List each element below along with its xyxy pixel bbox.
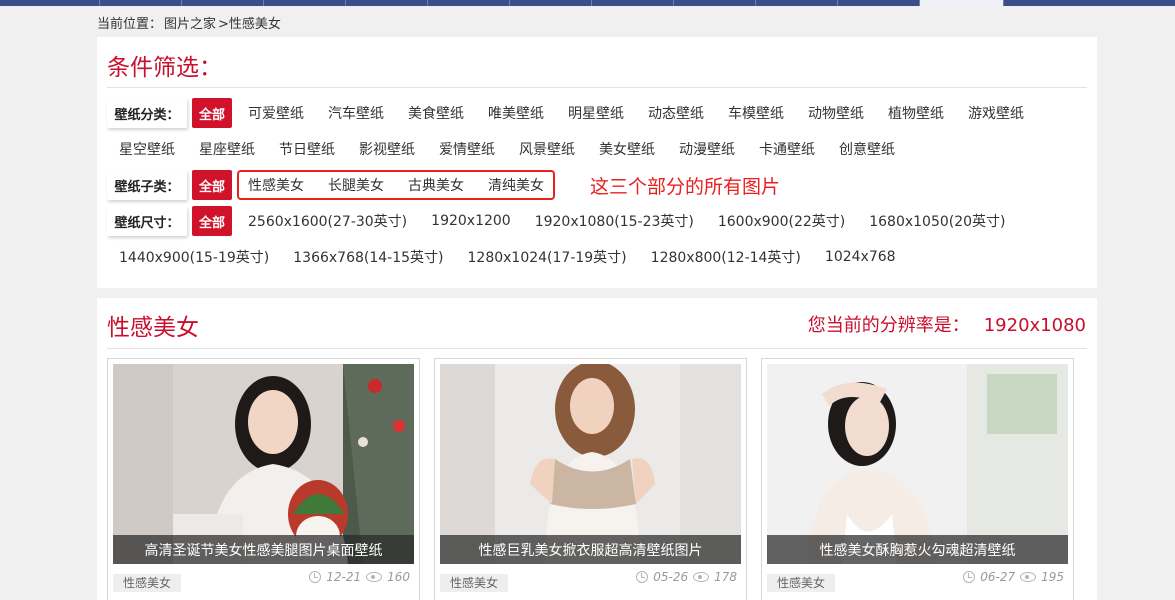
wallpaper-date: 06-27 [980, 570, 1016, 584]
category-option[interactable]: 节日壁纸 [279, 139, 335, 159]
nav-item[interactable] [264, 0, 346, 6]
filter-label-subcategory: 壁纸子类： [107, 170, 187, 200]
category-option[interactable]: 明星壁纸 [568, 103, 624, 123]
resolution-value: 1920x1080 [983, 315, 1086, 336]
nav-item[interactable] [428, 0, 510, 6]
wallpaper-caption[interactable]: 性感巨乳美女掀衣服超高清壁纸图片 [440, 535, 741, 564]
category-option[interactable]: 游戏壁纸 [968, 103, 1024, 123]
wallpaper-meta: 05-26 178 [636, 570, 737, 584]
wallpaper-views: 178 [714, 570, 737, 584]
section-title: 性感美女 [107, 315, 199, 341]
wallpaper-tag[interactable]: 性感美女 [440, 574, 509, 592]
category-option[interactable]: 可爱壁纸 [248, 103, 304, 123]
wallpaper-thumbnail[interactable]: 高清圣诞节美女性感美腿图片桌面壁纸 [113, 364, 414, 564]
size-option[interactable]: 2560x1600(27-30英寸) [248, 211, 407, 231]
category-option[interactable]: 植物壁纸 [888, 103, 944, 123]
breadcrumb-home-link[interactable]: 图片之家 [164, 17, 216, 32]
filter-row-size: 壁纸尺寸： 全部 2560x1600(27-30英寸) 1920x1200 19… [107, 205, 1006, 237]
nav-item[interactable] [592, 0, 674, 6]
wallpaper-tag[interactable]: 性感美女 [113, 574, 182, 592]
nav-item[interactable] [0, 0, 100, 6]
size-option[interactable]: 1280x1024(17-19英寸) [468, 247, 627, 267]
wallpaper-card[interactable]: 高清圣诞节美女性感美腿图片桌面壁纸 性感美女 12-21 160 [107, 358, 420, 600]
category-option[interactable]: 爱情壁纸 [439, 139, 495, 159]
filter-label-size: 壁纸尺寸： [107, 206, 187, 236]
category-option[interactable]: 星座壁纸 [199, 139, 255, 159]
size-option[interactable]: 1280x800(12-14英寸) [651, 247, 801, 267]
size-option[interactable]: 1024x768 [825, 249, 896, 265]
breadcrumb-current: >性感美女 [218, 17, 281, 32]
category-option[interactable]: 唯美壁纸 [488, 103, 544, 123]
divider [107, 348, 1087, 349]
nav-item[interactable] [674, 0, 756, 6]
size-all-button[interactable]: 全部 [192, 206, 232, 236]
wallpaper-caption[interactable]: 性感美女酥胸惹火勾魂超清壁纸 [767, 535, 1068, 564]
image-list-panel: 性感美女 您当前的分辨率是： 1920x1080 高清圣诞节美女性感美腿图片桌面… [97, 298, 1097, 600]
category-option[interactable]: 影视壁纸 [359, 139, 415, 159]
resolution-label: 您当前的分辨率是： [807, 315, 970, 336]
nav-item[interactable] [182, 0, 264, 6]
wallpaper-meta: 12-21 160 [309, 570, 410, 584]
wallpaper-date: 05-26 [653, 570, 689, 584]
nav-item[interactable] [346, 0, 428, 6]
size-option[interactable]: 1680x1050(20英寸) [869, 211, 1005, 231]
wallpaper-views: 195 [1041, 570, 1064, 584]
category-option[interactable]: 车模壁纸 [728, 103, 784, 123]
annotation-highlight-box [237, 170, 555, 200]
clock-icon [636, 571, 649, 583]
category-option[interactable]: 汽车壁纸 [328, 103, 384, 123]
top-nav-bar [0, 0, 1175, 6]
nav-item[interactable] [510, 0, 592, 6]
size-option[interactable]: 1440x900(15-19英寸) [119, 247, 269, 267]
size-option[interactable]: 1600x900(22英寸) [718, 211, 845, 231]
category-option[interactable]: 星空壁纸 [119, 139, 175, 159]
wallpaper-caption[interactable]: 高清圣诞节美女性感美腿图片桌面壁纸 [113, 535, 414, 564]
resolution-info: 您当前的分辨率是： 1920x1080 [808, 311, 1086, 337]
nav-item[interactable] [838, 0, 920, 6]
wallpaper-card[interactable]: 性感巨乳美女掀衣服超高清壁纸图片 性感美女 05-26 178 [434, 358, 747, 600]
breadcrumb-prefix: 当前位置： [97, 17, 163, 32]
category-option[interactable]: 创意壁纸 [839, 139, 895, 159]
divider [107, 87, 1087, 88]
subcategory-all-button[interactable]: 全部 [192, 170, 232, 200]
nav-item[interactable] [1004, 0, 1167, 6]
wallpaper-card[interactable]: 性感美女酥胸惹火勾魂超清壁纸 性感美女 06-27 195 [761, 358, 1074, 600]
size-option[interactable]: 1920x1200 [431, 213, 511, 229]
filter-row-category: 壁纸分类： 全部 可爱壁纸 汽车壁纸 美食壁纸 唯美壁纸 明星壁纸 动态壁纸 车… [107, 97, 1024, 129]
category-option[interactable]: 动态壁纸 [648, 103, 704, 123]
category-all-button[interactable]: 全部 [192, 98, 232, 128]
filter-panel: 条件筛选： 壁纸分类： 全部 可爱壁纸 汽车壁纸 美食壁纸 唯美壁纸 明星壁纸 … [97, 37, 1097, 288]
filter-label-category: 壁纸分类： [107, 98, 187, 128]
wallpaper-date: 12-21 [326, 570, 362, 584]
eye-icon [366, 572, 383, 582]
nav-item-active[interactable] [920, 0, 1004, 6]
category-option[interactable]: 风景壁纸 [519, 139, 575, 159]
wallpaper-views: 160 [387, 570, 410, 584]
clock-icon [963, 571, 976, 583]
annotation-text: 这三个部分的所有图片 [590, 176, 781, 198]
category-option[interactable]: 动漫壁纸 [679, 139, 735, 159]
wallpaper-thumbnail[interactable]: 性感美女酥胸惹火勾魂超清壁纸 [767, 364, 1068, 564]
size-option[interactable]: 1366x768(14-15英寸) [293, 247, 443, 267]
eye-icon [1020, 572, 1037, 582]
breadcrumb: 当前位置： 图片之家 >性感美女 [97, 13, 283, 32]
filter-row-size-line2: 1440x900(15-19英寸) 1366x768(14-15英寸) 1280… [119, 241, 896, 273]
size-option[interactable]: 1920x1080(15-23英寸) [535, 211, 694, 231]
wallpaper-meta: 06-27 195 [963, 570, 1064, 584]
eye-icon [693, 572, 710, 582]
category-option[interactable]: 卡通壁纸 [759, 139, 815, 159]
filter-row-category-line2: 星空壁纸 星座壁纸 节日壁纸 影视壁纸 爱情壁纸 风景壁纸 美女壁纸 动漫壁纸 … [119, 133, 895, 165]
wallpaper-tag[interactable]: 性感美女 [767, 574, 836, 592]
category-option[interactable]: 美食壁纸 [408, 103, 464, 123]
category-option[interactable]: 动物壁纸 [808, 103, 864, 123]
wallpaper-thumbnail[interactable]: 性感巨乳美女掀衣服超高清壁纸图片 [440, 364, 741, 564]
clock-icon [309, 571, 322, 583]
nav-item[interactable] [100, 0, 182, 6]
category-option[interactable]: 美女壁纸 [599, 139, 655, 159]
nav-item[interactable] [756, 0, 838, 6]
filter-title: 条件筛选： [107, 55, 222, 81]
